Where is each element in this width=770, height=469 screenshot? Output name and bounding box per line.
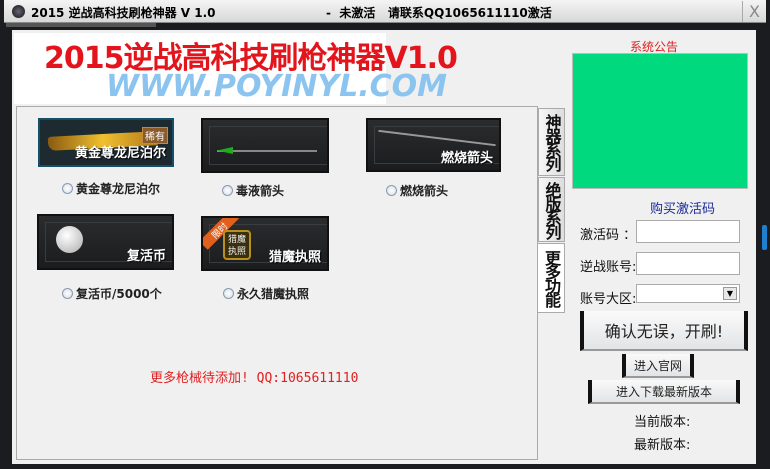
radio-venom-arrow[interactable]: 毒液箭头 [222, 182, 284, 199]
license-emblem-icon: 猎魔执照 [223, 230, 251, 260]
close-button[interactable]: X [742, 1, 766, 22]
account-input[interactable] [636, 252, 740, 275]
tab-artifact-series[interactable]: 神器系列 [538, 108, 565, 176]
item-image-revive-coin: 复活币 [37, 214, 174, 270]
more-weapons-notice: 更多枪械待添加! QQ:1065611110 [150, 371, 359, 386]
item-image-venom-arrow [201, 118, 329, 173]
item-image-golden-nepal: 稀有 黄金尊龙尼泊尔 [38, 118, 174, 167]
buy-activation-link[interactable]: 购买激活码 [650, 198, 715, 217]
coin-icon [56, 226, 83, 253]
radio-circle[interactable] [386, 185, 397, 196]
item-image-hunter-license: 限时 猎魔执照 猎魔执照 [201, 216, 329, 271]
radio-label: 燃烧箭头 [400, 184, 449, 198]
item-caption: 燃烧箭头 [440, 151, 493, 166]
radio-hunter-license[interactable]: 永久猎魔执照 [223, 285, 309, 302]
progress-strip [6, 23, 156, 27]
radio-label: 复活币/5000个 [76, 287, 162, 301]
current-version-label: 当前版本: [634, 415, 691, 430]
activation-code-input[interactable] [636, 220, 740, 243]
radio-circle[interactable] [62, 288, 73, 299]
start-button[interactable]: 确认无误，开刷! [580, 311, 748, 351]
radio-label: 永久猎魔执照 [237, 287, 310, 301]
window-title: 2015 逆战高科技刷枪神器 V 1.0 [31, 6, 216, 20]
radio-circle[interactable] [222, 185, 233, 196]
frame-glow-right [762, 225, 767, 250]
activation-code-label: 激活码 ： [580, 228, 637, 243]
notice-box [572, 53, 748, 189]
item-caption: 黄金尊龙尼泊尔 [74, 146, 166, 161]
radio-label: 黄金尊龙尼泊尔 [76, 182, 161, 196]
chevron-down-icon[interactable]: ▼ [723, 287, 737, 300]
official-site-button[interactable]: 进入官网 [622, 354, 694, 378]
region-label: 账号大区: [580, 292, 637, 307]
activation-status: - 未激活 请联系QQ1065611110激活 [326, 6, 552, 20]
item-caption: 复活币 [126, 249, 166, 264]
app-icon [12, 5, 25, 18]
radio-circle[interactable] [62, 183, 73, 194]
item-caption: 猎魔执照 [268, 250, 321, 265]
download-latest-button[interactable]: 进入下载最新版本 [588, 380, 740, 404]
radio-fire-arrow[interactable]: 燃烧箭头 [386, 182, 448, 199]
tab-limited-series[interactable]: 绝版系列 [538, 177, 565, 242]
banner-url: WWW.POYINYL.COM [106, 69, 447, 104]
title-bar: 2015 逆战高科技刷枪神器 V 1.0 - 未激活 请联系QQ10656111… [4, 0, 766, 23]
account-label: 逆战账号: [580, 260, 637, 275]
radio-label: 毒液箭头 [236, 184, 285, 198]
radio-circle[interactable] [223, 288, 234, 299]
radio-golden-nepal[interactable]: 黄金尊龙尼泊尔 [62, 180, 160, 197]
item-image-fire-arrow: 燃烧箭头 [366, 118, 501, 172]
radio-revive-coin[interactable]: 复活币/5000个 [62, 285, 162, 302]
tab-more-features[interactable]: 更多功能 [538, 243, 565, 313]
banner: 2015逆战高科技刷枪神器V1.0 WWW.POYINYL.COM [14, 33, 458, 104]
latest-version-label: 最新版本: [634, 438, 691, 453]
region-select[interactable]: ▼ [636, 284, 740, 303]
